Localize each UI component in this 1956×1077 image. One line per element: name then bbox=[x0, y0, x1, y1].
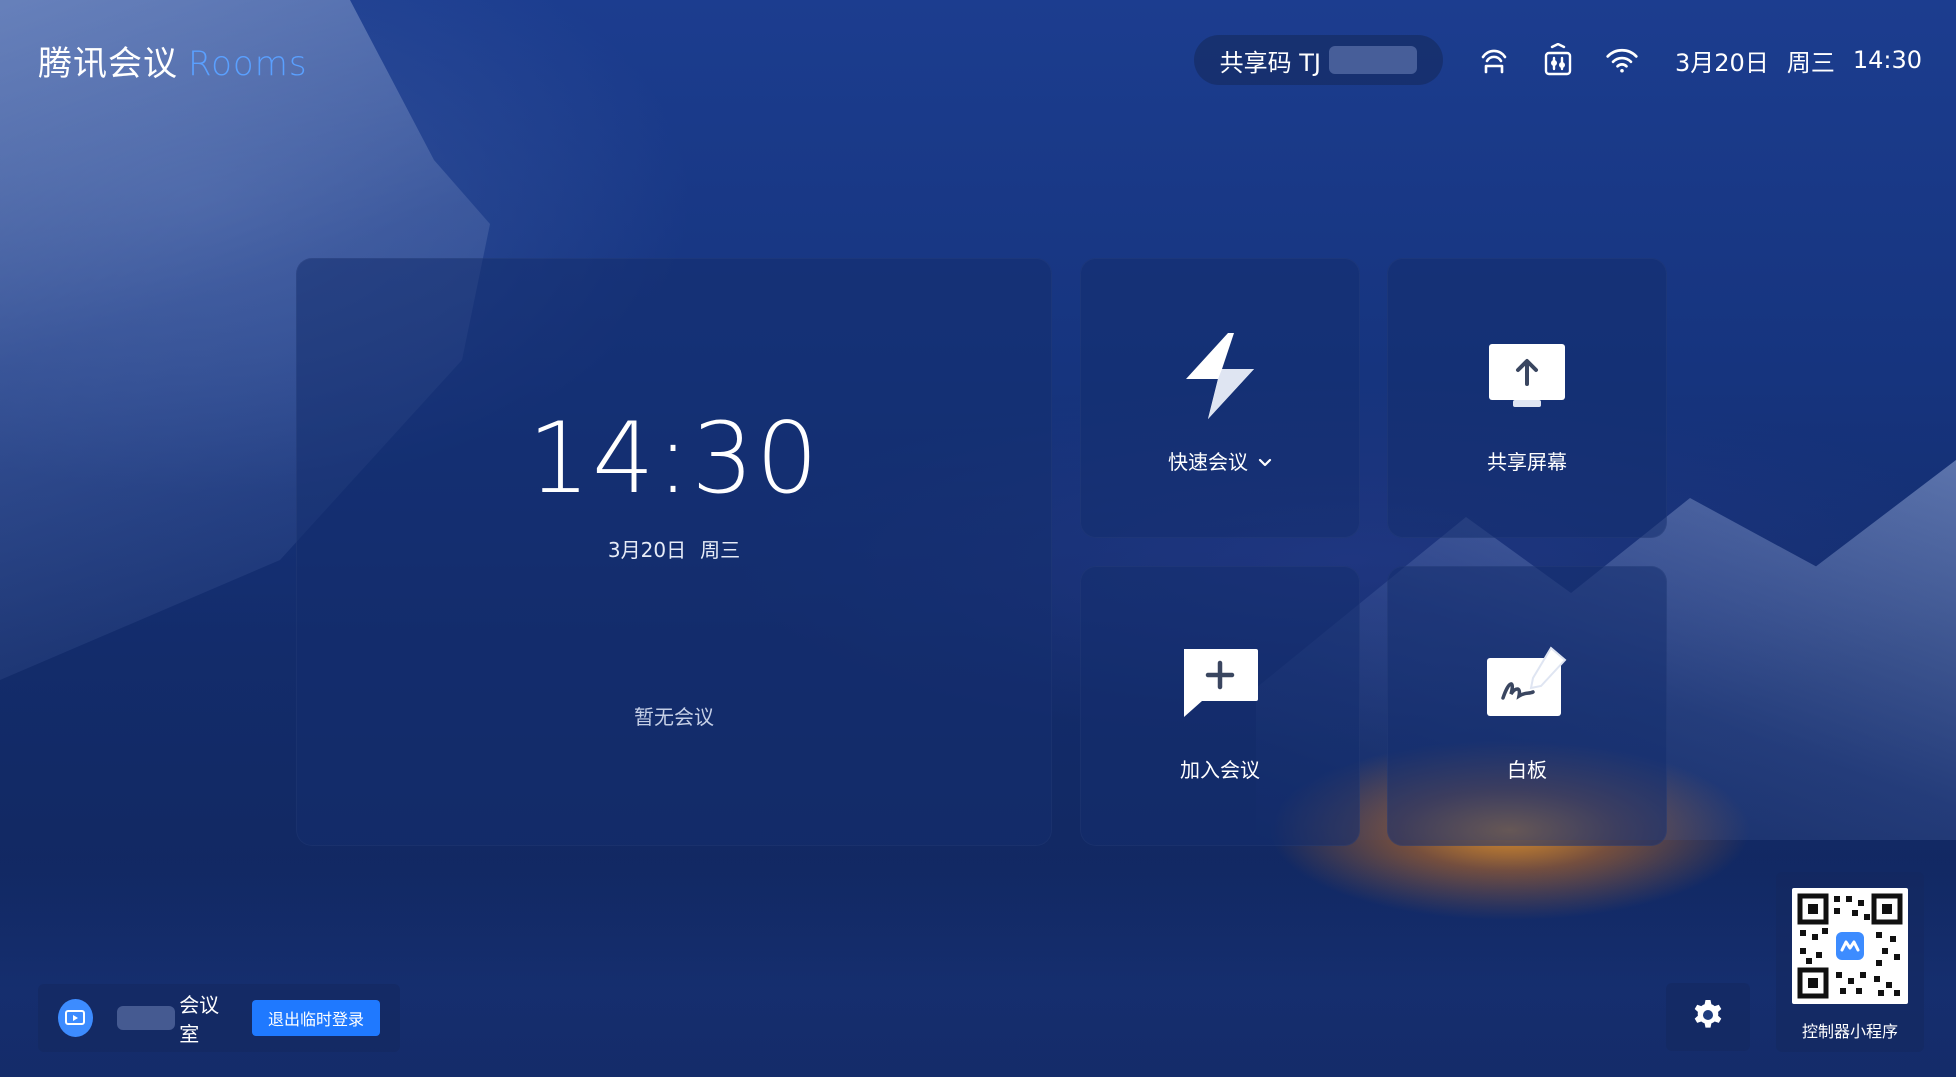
lightning-icon bbox=[1178, 333, 1262, 419]
clock-date: 3月20日 周三 bbox=[608, 534, 740, 563]
share-screen-button[interactable]: 共享屏幕 bbox=[1387, 258, 1667, 538]
status-time: 14:30 bbox=[1852, 46, 1922, 74]
share-code-redacted bbox=[1329, 46, 1418, 74]
quick-meeting-button[interactable]: 快速会议 bbox=[1080, 258, 1360, 538]
share-code-label: 共享码 TJ bbox=[1219, 48, 1322, 77]
join-meeting-button[interactable]: 加入会议 bbox=[1080, 566, 1360, 846]
cast-icon[interactable] bbox=[1477, 43, 1511, 77]
share-code-pill[interactable]: 共享码 TJ bbox=[1193, 35, 1444, 85]
clock-date-weekday: 周三 bbox=[700, 538, 741, 562]
clock-date-day: 3月20日 bbox=[607, 538, 687, 562]
status-weekday: 周三 bbox=[1786, 48, 1835, 77]
whiteboard-button[interactable]: 白板 bbox=[1387, 566, 1667, 846]
gear-icon bbox=[1691, 998, 1725, 1036]
no-meeting-text: 暂无会议 bbox=[634, 705, 714, 729]
logout-temp-button[interactable]: 退出临时登录 bbox=[252, 1000, 381, 1036]
share-screen-label: 共享屏幕 bbox=[1487, 450, 1567, 474]
whiteboard-label: 白板 bbox=[1507, 758, 1547, 782]
controller-miniprogram-card[interactable]: 控制器小程序 bbox=[1776, 872, 1924, 1052]
controller-icon[interactable] bbox=[1541, 43, 1575, 77]
room-screen-icon bbox=[58, 999, 93, 1037]
settings-button[interactable] bbox=[1666, 983, 1750, 1051]
quick-meeting-label: 快速会议 bbox=[1168, 450, 1248, 474]
brand-logo: 腾讯会议 Rooms bbox=[38, 36, 308, 85]
room-name: 会议室 bbox=[179, 993, 220, 1046]
whiteboard-icon bbox=[1485, 642, 1569, 726]
status-bar: 共享码 TJ 3月20日 周三 14:30 bbox=[1193, 34, 1922, 86]
qr-label: 控制器小程序 bbox=[1801, 1022, 1898, 1041]
room-login-bar: 会议室 退出临时登录 bbox=[38, 984, 400, 1052]
room-name-redacted bbox=[116, 1006, 176, 1030]
screen-share-icon bbox=[1485, 334, 1569, 418]
chevron-down-icon[interactable] bbox=[1258, 449, 1272, 473]
quick-meeting-label-wrap: 快速会议 bbox=[1168, 446, 1272, 475]
wifi-icon[interactable] bbox=[1605, 43, 1639, 77]
brand-sub: Rooms bbox=[188, 44, 308, 84]
brand-name: 腾讯会议 bbox=[38, 44, 178, 84]
qr-code bbox=[1792, 888, 1908, 1004]
status-date: 3月20日 bbox=[1675, 48, 1769, 77]
schedule-card: 14:30 3月20日 周三 暂无会议 bbox=[296, 258, 1052, 846]
clock-time: 14:30 bbox=[527, 402, 821, 516]
join-meeting-icon bbox=[1178, 642, 1262, 726]
join-meeting-label: 加入会议 bbox=[1180, 758, 1260, 782]
